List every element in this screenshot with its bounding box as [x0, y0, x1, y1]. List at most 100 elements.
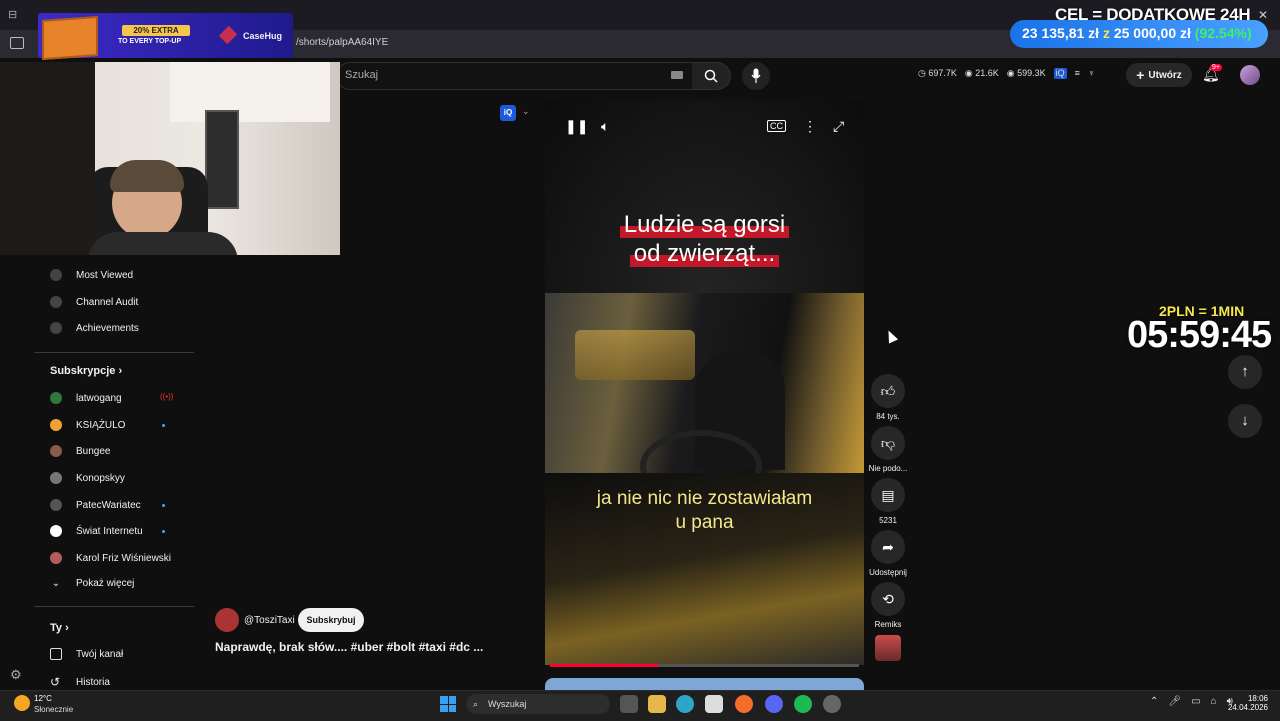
close-icon[interactable]: ✕: [1258, 8, 1268, 22]
sidebar-sub-item[interactable]: latwogang: [50, 392, 122, 404]
video-progress-fill: [550, 664, 658, 667]
sidebar-item-label: latwogang: [76, 392, 122, 404]
discord-icon[interactable]: [765, 695, 783, 713]
clock-time: 18:06: [1247, 694, 1268, 703]
next-short-button[interactable]: ↓: [1228, 404, 1262, 438]
store-icon[interactable]: [705, 695, 723, 713]
windows-start-icon[interactable]: [440, 696, 456, 712]
thumbs-down-icon: 👎︎: [871, 426, 905, 460]
app-icon[interactable]: [823, 695, 841, 713]
share-button[interactable]: ➦ Udostępnij: [866, 530, 910, 577]
subscribe-button[interactable]: Subskrybuj: [298, 608, 364, 632]
remix-button[interactable]: ⟲ Remiks: [866, 582, 910, 629]
search-button[interactable]: [692, 62, 731, 90]
arrow-up-icon: ↑: [1241, 363, 1249, 380]
firefox-icon[interactable]: [735, 695, 753, 713]
network-icon: ⌂: [1210, 696, 1217, 707]
you-heading[interactable]: Ty ›: [50, 622, 69, 634]
keyboard-icon[interactable]: [671, 71, 683, 79]
create-button[interactable]: + Utwórz: [1126, 63, 1192, 87]
previous-short-button[interactable]: ↑: [1228, 355, 1262, 389]
history-icon: ↺: [50, 675, 61, 689]
vidiq-icon[interactable]: iQ: [1053, 68, 1067, 79]
promo-brand: CaseHug: [243, 31, 283, 41]
sidebar-sub-item[interactable]: Karol Friz Wiśniewski: [50, 552, 171, 564]
sidebar-item-label: Channel Audit: [76, 296, 139, 308]
captions-icon[interactable]: CC: [767, 120, 786, 132]
channel-handle[interactable]: @TosziTaxi: [244, 615, 295, 626]
vidiq-button[interactable]: iQ: [500, 105, 516, 121]
sidebar-item-achievements[interactable]: Achievements: [50, 322, 139, 334]
sidebar-sub-item[interactable]: Bungee: [50, 445, 110, 457]
sidebar-item-label: Historia: [76, 676, 110, 688]
show-more-button[interactable]: ⌄ Pokaż więcej: [50, 578, 135, 589]
task-view-icon[interactable]: [620, 695, 638, 713]
promo-box-graphic: [42, 16, 98, 60]
channel-thumbnail[interactable]: [875, 635, 901, 661]
plus-icon: +: [1136, 67, 1145, 83]
next-short-preview[interactable]: [545, 678, 864, 690]
thumbs-up-icon: 👍︎: [871, 374, 905, 408]
channel-avatar-icon: [50, 499, 62, 511]
spotify-icon[interactable]: [794, 695, 812, 713]
sidebar-sub-item[interactable]: KSIĄŻULO: [50, 419, 125, 431]
url-text[interactable]: /shorts/palpAA64IYE: [296, 37, 388, 48]
shorts-player[interactable]: Ludzie są gorsi od zwierząt... ja nie ni…: [545, 100, 864, 665]
system-tray[interactable]: ⌃ 🎤︎ ▭ ⌂ 🔊︎: [1150, 696, 1233, 707]
live-icon: ((•)): [160, 392, 174, 401]
divider: [34, 352, 194, 353]
webcam-cabinets: [170, 62, 330, 122]
trophy-icon[interactable]: ♆: [1088, 68, 1095, 79]
file-explorer-icon[interactable]: [648, 695, 666, 713]
pause-icon[interactable]: ❚❚: [565, 118, 588, 135]
sidebar-item-most-viewed[interactable]: Most Viewed: [50, 269, 133, 281]
stat-watch: ◉ 21.6K: [964, 68, 999, 78]
account-avatar[interactable]: [1240, 65, 1260, 85]
sidebar: Most Viewed Channel Audit Achievements S…: [34, 255, 194, 695]
volume-icon[interactable]: 🔈︎: [601, 118, 609, 135]
channel-avatar-icon: [50, 552, 62, 564]
sidebar-item-your-channel[interactable]: Twój kanał: [50, 648, 123, 660]
voice-search-button[interactable]: [742, 62, 770, 90]
comments-button[interactable]: ▤ 5231: [866, 478, 910, 525]
webcam-streamer-hair: [110, 160, 184, 192]
sidebar-item-channel-audit[interactable]: Channel Audit: [50, 296, 138, 308]
sidebar-sub-item[interactable]: PatecWariatec: [50, 499, 141, 511]
tool-icon: [50, 322, 62, 334]
microphone-icon: [751, 68, 761, 83]
search-icon: [704, 69, 718, 83]
sidebar-sub-item[interactable]: Świat Internetu: [50, 525, 143, 537]
remix-icon: ⟲: [871, 582, 905, 616]
sidebar-toggle-icon[interactable]: [10, 37, 24, 49]
webcam-overlay: [0, 62, 340, 255]
goal-current: 23 135,81 zł: [1022, 25, 1100, 41]
weather-description[interactable]: Słonecznie: [34, 705, 73, 714]
tab-overview-icon[interactable]: ⊟: [8, 8, 17, 21]
search-input[interactable]: Szukaj: [336, 62, 694, 90]
channel-avatar-icon: [50, 445, 62, 457]
taskbar-clock[interactable]: 18:06 24.04.2026: [1226, 694, 1268, 712]
sidebar-item-history[interactable]: ↺ Historia: [50, 675, 110, 689]
subscriptions-heading[interactable]: Subskrypcje ›: [50, 365, 122, 377]
list-icon[interactable]: ≡: [1075, 68, 1080, 79]
notifications-button[interactable]: 🔔︎ 9+: [1202, 64, 1222, 84]
weather-icon[interactable]: [14, 695, 30, 711]
sidebar-item-label: Konopskyy: [76, 472, 125, 484]
arrow-down-icon: ↓: [1241, 412, 1249, 429]
more-vert-icon[interactable]: ⋮: [803, 118, 817, 135]
dislike-button[interactable]: 👎︎ Nie podo...: [866, 426, 910, 473]
comment-icon: ▤: [871, 478, 905, 512]
video-title[interactable]: Naprawdę, brak słów.... #uber #bolt #tax…: [215, 640, 483, 654]
gear-icon[interactable]: ⚙: [10, 667, 22, 683]
video-caption-line-1: Ludzie są gorsi: [545, 211, 864, 239]
chevron-down-icon[interactable]: ⌄: [522, 106, 530, 117]
channel-avatar[interactable]: [215, 608, 239, 632]
fullscreen-icon[interactable]: ⤢: [833, 118, 844, 135]
channel-avatar-icon: [50, 472, 62, 484]
edge-icon[interactable]: [676, 695, 694, 713]
sidebar-sub-item[interactable]: Konopskyy: [50, 472, 125, 484]
comments-count: 5231: [879, 516, 897, 525]
weather-temp[interactable]: 12°C: [34, 694, 52, 703]
taskbar-search[interactable]: ⌕ Wyszukaj: [466, 694, 610, 714]
like-button[interactable]: 👍︎ 84 tys.: [866, 374, 910, 421]
